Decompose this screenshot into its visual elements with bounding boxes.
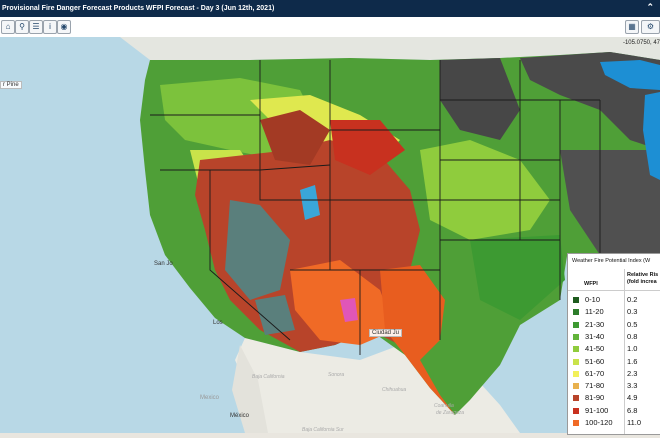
legend-row: 61-70 2.3 — [568, 368, 660, 380]
legend-col-wfpi: WFPI — [584, 281, 598, 287]
title-bar: Provisional Fire Danger Forecast Product… — [0, 0, 660, 17]
place-label-baja: Baja California — [252, 374, 285, 380]
legend-title: Weather Fire Potential Index (W — [572, 258, 651, 264]
legend-range: 51-60 — [585, 356, 605, 366]
zoom-icon[interactable]: ⚲ — [15, 20, 29, 34]
info-icon[interactable]: i — [43, 20, 57, 34]
legend-risk: 0.2 — [627, 295, 638, 304]
legend-risk: 4.9 — [627, 393, 638, 403]
legend-col-risk: Relative Ris (fold increa — [627, 272, 659, 285]
legend-range: 71-80 — [585, 381, 605, 391]
legend-row: 11-20 0.3 — [568, 306, 660, 318]
place-label-ciudad: Ciudad Ju — [369, 329, 403, 337]
legend-header-line — [568, 290, 660, 291]
home-icon[interactable]: ⌂ — [1, 20, 15, 34]
place-label-coahuila: Coahuila — [434, 403, 454, 409]
window-title: Provisional Fire Danger Forecast Product… — [2, 5, 275, 12]
legend-row: 0-10 0.2 — [568, 294, 660, 306]
legend-swatch — [573, 370, 579, 377]
map-view[interactable]: r Pine San Jo Los Ciudad Ju México Sonor… — [0, 37, 660, 433]
legend-range: 0-10 — [585, 295, 601, 304]
legend-swatch — [573, 333, 579, 340]
chevron-up-icon[interactable]: ⌃ — [646, 2, 654, 13]
place-label-zaragoza: de Zaragoza — [436, 410, 465, 416]
legend-swatch — [573, 407, 579, 414]
legend-range: 21-30 — [585, 319, 605, 329]
legend-swatch — [573, 395, 579, 402]
place-label-baja-sur: Baja California Sur — [302, 427, 344, 433]
legend-row: 41-50 1.0 — [568, 343, 660, 355]
legend-swatch — [573, 321, 579, 328]
legend-range: 81-90 — [585, 393, 605, 403]
calendar-icon[interactable]: ▦ — [625, 20, 639, 34]
coordinate-readout: -105.0750, 47 — [622, 40, 660, 46]
identify-icon[interactable]: ◉ — [57, 20, 71, 34]
map-toolbar: ⌂ ⚲ ☰ i ◉ ▦ ⚙ — [0, 17, 660, 38]
legend-panel: Weather Fire Potential Index (W WFPI Rel… — [567, 253, 660, 435]
place-label-la: Los — [213, 320, 223, 326]
legend-row: 91-100 6.8 — [568, 405, 660, 417]
legend-risk: 1.6 — [627, 356, 638, 366]
settings-icon[interactable]: ⚙ — [641, 20, 660, 34]
legend-risk: 0.8 — [627, 331, 638, 341]
legend-swatch — [573, 358, 579, 365]
legend-row: 31-40 0.8 — [568, 331, 660, 343]
legend-risk: 6.8 — [627, 405, 638, 415]
place-label-sanjose: San Jo — [154, 261, 173, 267]
legend-row: 81-90 4.9 — [568, 392, 660, 404]
legend-range: 41-50 — [585, 344, 605, 354]
layers-icon[interactable]: ☰ — [29, 20, 43, 34]
place-label-pine: r Pine — [0, 81, 22, 89]
legend-range: 100-120 — [585, 418, 613, 427]
legend-risk: 2.3 — [627, 368, 638, 378]
place-label-sonora: Sonora — [328, 372, 345, 378]
legend-row: 51-60 1.6 — [568, 356, 660, 368]
place-label-chihuahua: Chihuahua — [382, 387, 407, 393]
legend-swatch — [573, 383, 579, 390]
legend-row: 71-80 3.3 — [568, 380, 660, 392]
legend-risk: 3.3 — [627, 381, 638, 391]
legend-range: 91-100 — [585, 405, 609, 415]
legend-row: 100-120 11.0 — [568, 417, 660, 429]
legend-swatch — [573, 420, 579, 426]
legend-range: 61-70 — [585, 368, 605, 378]
legend-range: 31-40 — [585, 331, 605, 341]
legend-risk: 0.3 — [627, 307, 638, 317]
legend-risk: 1.0 — [627, 344, 638, 354]
legend-row: 21-30 0.5 — [568, 319, 660, 331]
legend-risk: 11.0 — [627, 418, 642, 427]
place-label-mx-country: Mexico — [200, 395, 220, 401]
legend-swatch — [573, 297, 579, 303]
place-label-mexico-city: México — [230, 413, 250, 419]
legend-swatch — [573, 309, 579, 316]
legend-range: 11-20 — [585, 307, 604, 317]
legend-risk: 0.5 — [627, 319, 638, 329]
legend-swatch — [573, 346, 579, 353]
